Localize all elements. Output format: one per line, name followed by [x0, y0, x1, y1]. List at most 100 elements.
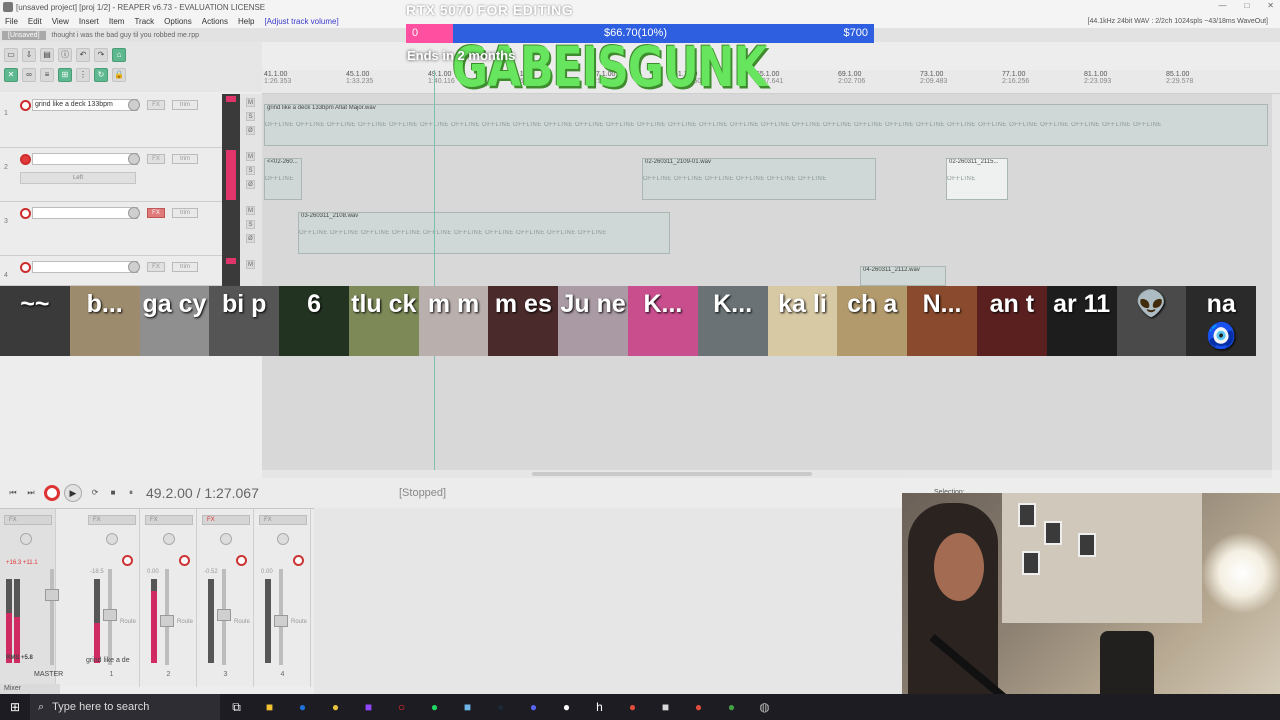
strip-pan-knob[interactable] — [220, 533, 232, 545]
epic-icon[interactable]: ■ — [649, 694, 682, 720]
undo-icon[interactable]: ↶ — [76, 48, 90, 62]
track-row-3[interactable]: 3 FX trim — [0, 202, 222, 256]
strip-fader[interactable] — [103, 569, 117, 665]
chrome-2-icon[interactable]: ● — [616, 694, 649, 720]
menu-track[interactable]: Track — [129, 17, 159, 26]
project-tab-2[interactable]: thought i was the bad guy til you robbed… — [46, 31, 205, 40]
menu-edit[interactable]: Edit — [23, 17, 47, 26]
strip-route-button[interactable]: Route — [120, 619, 136, 625]
chrome-icon[interactable]: ● — [319, 694, 352, 720]
task-view-icon[interactable]: ⧉ — [220, 694, 253, 720]
open-project-icon[interactable]: ⇩ — [22, 48, 36, 62]
track-name-input[interactable] — [32, 207, 138, 219]
timeline-ruler[interactable]: 41.1.00 1:26.353 45.1.00 1:33.235 49.1.00 1:4… — [262, 70, 1280, 94]
media-item[interactable]: <<02-260... OFFLINE — [264, 158, 302, 200]
chrome-4-icon[interactable]: ● — [715, 694, 748, 720]
opera-icon[interactable]: ○ — [385, 694, 418, 720]
go-to-end-icon[interactable]: ⏭ — [24, 486, 38, 500]
track-name-input[interactable] — [32, 261, 138, 273]
chrome-3-icon[interactable]: ● — [682, 694, 715, 720]
file-explorer-icon[interactable]: ■ — [253, 694, 286, 720]
grid-snap-icon[interactable]: ✕ — [4, 68, 18, 82]
phase-button[interactable]: Ø — [246, 234, 255, 243]
mute-button[interactable]: M — [246, 98, 255, 107]
track-volume-knob[interactable] — [128, 207, 140, 219]
media-item[interactable]: 03-260311_2108.wav OFFLINE OFFLINE OFFLI… — [298, 212, 670, 254]
solo-button[interactable]: S — [246, 220, 255, 229]
solo-button[interactable]: S — [246, 112, 255, 121]
time-display[interactable]: 49.2.00 / 1:27.067 — [146, 485, 259, 501]
phase-button[interactable]: Ø — [246, 126, 255, 135]
spotify-icon[interactable]: ● — [418, 694, 451, 720]
media-item[interactable]: 04-260311_2112.wav — [860, 266, 946, 286]
strip-record-arm[interactable] — [122, 555, 133, 566]
strip-fader[interactable] — [160, 569, 174, 665]
vertical-scrollbar[interactable] — [1272, 94, 1280, 470]
twitch-icon[interactable]: ■ — [352, 694, 385, 720]
edit-cursor[interactable] — [434, 70, 435, 470]
strip-pan-knob[interactable] — [277, 533, 289, 545]
track-fx-button[interactable]: FX — [147, 100, 165, 110]
track-input-selector[interactable]: Left — [20, 172, 136, 184]
track-row-4[interactable]: 4 FX trim — [0, 256, 222, 286]
record-arm-button[interactable] — [20, 262, 31, 273]
menu-file[interactable]: File — [0, 17, 23, 26]
solo-button[interactable]: S — [246, 166, 255, 175]
menu-help[interactable]: Help — [233, 17, 259, 26]
track-name-input[interactable] — [32, 153, 138, 165]
redo-icon[interactable]: ↷ — [94, 48, 108, 62]
media-item[interactable]: 02-260311_2109-01.wav OFFLINE OFFLINE OF… — [642, 158, 876, 200]
item-grouping-icon[interactable]: ≡ — [40, 68, 54, 82]
repeat-icon[interactable]: ⟳ — [88, 486, 102, 500]
menu-insert[interactable]: Insert — [74, 17, 104, 26]
notepad-icon[interactable]: ■ — [451, 694, 484, 720]
menu-view[interactable]: View — [47, 17, 74, 26]
track-trim-button[interactable]: trim — [172, 100, 198, 110]
scrollbar-thumb[interactable] — [532, 472, 812, 476]
strip-fx-button[interactable]: FX — [145, 515, 193, 525]
minimize-button[interactable]: — — [1218, 1, 1226, 10]
go-to-start-icon[interactable]: ⏮ — [6, 486, 20, 500]
maximize-button[interactable]: □ — [1244, 1, 1249, 10]
discord-icon[interactable]: ● — [517, 694, 550, 720]
save-project-icon[interactable]: ▤ — [40, 48, 54, 62]
project-tab-unsaved[interactable]: [Unsaved] — [2, 30, 46, 40]
media-item[interactable]: grind like a deck 133bpm Aflat Major.wav… — [264, 104, 1268, 146]
phase-button[interactable]: Ø — [246, 180, 255, 189]
stop-icon[interactable]: ■ — [106, 486, 120, 500]
close-button[interactable]: ✕ — [1267, 1, 1274, 10]
record-arm-button[interactable] — [20, 154, 31, 165]
play-button[interactable]: ▶ — [64, 484, 82, 502]
track-volume-knob[interactable] — [128, 261, 140, 273]
master-pan-knob[interactable] — [20, 533, 32, 545]
ripple-icon[interactable]: ∞ — [22, 68, 36, 82]
new-project-icon[interactable]: ▭ — [4, 48, 18, 62]
mute-button[interactable]: M — [246, 206, 255, 215]
horizontal-scrollbar[interactable] — [262, 470, 1272, 478]
metronome-icon[interactable]: ⌂ — [112, 48, 126, 62]
track-row-2[interactable]: 2 FX trim Left — [0, 148, 222, 202]
steam-icon[interactable]: ● — [484, 694, 517, 720]
reaper-icon[interactable]: ◍ — [748, 694, 781, 720]
track-trim-button[interactable]: trim — [172, 262, 198, 272]
strip-fader[interactable] — [217, 569, 231, 665]
track-volume-knob[interactable] — [128, 99, 140, 111]
obs-icon[interactable]: ● — [550, 694, 583, 720]
track-trim-button[interactable]: trim — [172, 208, 198, 218]
track-fx-button[interactable]: FX — [147, 208, 165, 218]
pause-icon[interactable]: ⏸ — [124, 486, 138, 500]
media-item-selected[interactable]: 02-260311_2115... OFFLINE — [946, 158, 1008, 200]
strip-fader[interactable] — [274, 569, 288, 665]
strip-pan-knob[interactable] — [163, 533, 175, 545]
strip-record-arm[interactable] — [236, 555, 247, 566]
track-volume-knob[interactable] — [128, 153, 140, 165]
outlook-icon[interactable]: ● — [286, 694, 319, 720]
track-fx-button[interactable]: FX — [147, 262, 165, 272]
strip-route-button[interactable]: Route — [234, 619, 250, 625]
grid-icon[interactable]: ⋮ — [76, 68, 90, 82]
record-arm-button[interactable] — [20, 100, 31, 111]
strip-route-button[interactable]: Route — [177, 619, 193, 625]
strip-route-button[interactable]: Route — [291, 619, 307, 625]
master-fader[interactable] — [45, 569, 59, 665]
audio-status[interactable]: [44.1kHz 24bit WAV : 2/2ch 1024spls ~43/… — [1088, 18, 1268, 25]
